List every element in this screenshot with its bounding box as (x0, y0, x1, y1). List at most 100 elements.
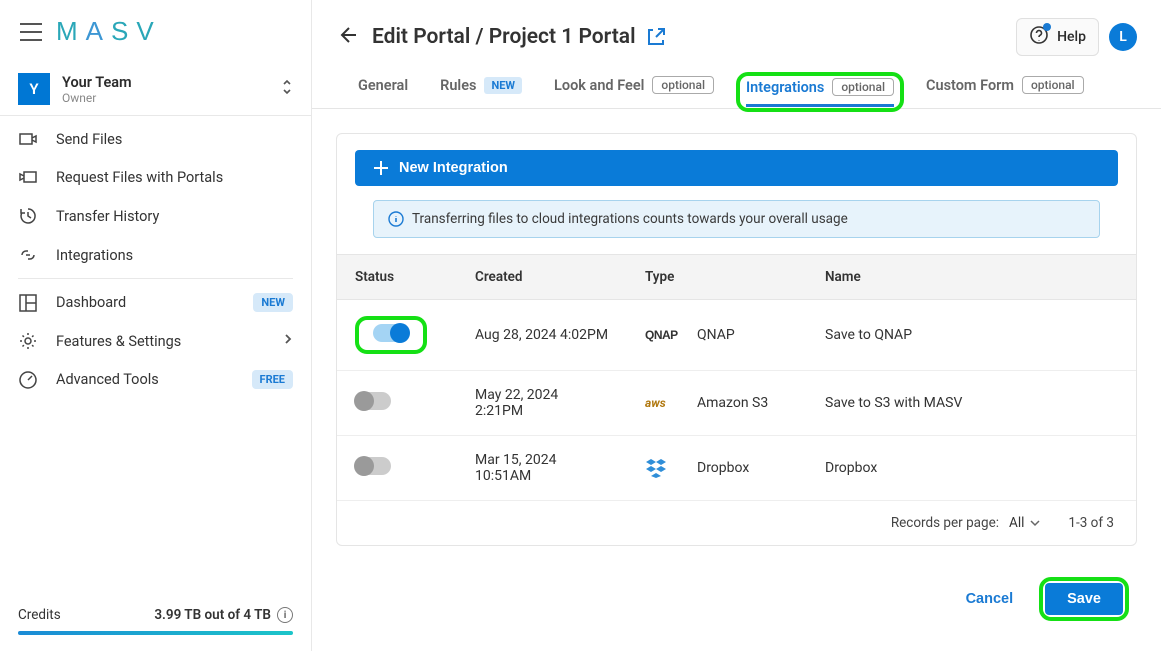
sidebar-item-label: Advanced Tools (56, 371, 234, 388)
credits-label: Credits (18, 607, 61, 623)
col-created: Created (457, 255, 627, 300)
created-cell: Aug 28, 2024 4:02PM (457, 300, 627, 371)
optional-pill: optional (832, 78, 894, 96)
tab-general[interactable]: General (358, 77, 408, 108)
name-cell: Dropbox (807, 436, 1136, 501)
table-row: Mar 15, 2024 10:51AM Dropbox Dropbox (337, 436, 1136, 501)
tab-label: Rules (440, 77, 476, 94)
sidebar-item-request-files[interactable]: Request Files with Portals (0, 158, 311, 196)
help-label: Help (1057, 29, 1086, 45)
tab-rules[interactable]: Rules NEW (440, 77, 522, 108)
team-role: Owner (62, 91, 269, 105)
info-text: Transferring files to cloud integrations… (412, 211, 848, 227)
save-highlight: Save (1039, 577, 1129, 621)
sidebar-item-advanced-tools[interactable]: Advanced Tools FREE (0, 360, 311, 399)
type-label: Dropbox (697, 460, 749, 476)
sidebar-item-integrations[interactable]: Integrations (0, 236, 311, 274)
credits-value: 3.99 TB out of 4 TB (154, 607, 271, 623)
sidebar-header: MASV (0, 16, 311, 63)
unfold-icon (281, 78, 293, 100)
toggle-highlight (355, 316, 427, 354)
help-button[interactable]: Help (1016, 18, 1099, 56)
free-badge: FREE (252, 370, 293, 389)
external-link-icon[interactable] (646, 27, 666, 47)
send-icon (18, 130, 38, 148)
sidebar-item-dashboard[interactable]: Dashboard NEW (0, 283, 311, 322)
tab-integrations[interactable]: Integrations optional (746, 78, 894, 106)
tab-label: Look and Feel (554, 77, 644, 94)
sidebar-item-label: Integrations (56, 247, 293, 264)
chevron-down-icon (1030, 519, 1040, 527)
menu-icon[interactable] (20, 23, 42, 41)
info-banner: Transferring files to cloud integrations… (373, 200, 1100, 238)
new-pill: NEW (484, 77, 522, 94)
topbar: Edit Portal / Project 1 Portal Help L (312, 0, 1161, 66)
notification-dot (1043, 23, 1051, 31)
user-avatar[interactable]: L (1109, 23, 1137, 51)
sidebar-item-label: Send Files (56, 131, 293, 148)
aws-logo-icon: aws (645, 396, 685, 410)
sidebar-item-features-settings[interactable]: Features & Settings (0, 322, 311, 360)
type-label: Amazon S3 (697, 395, 768, 411)
col-name: Name (807, 255, 1136, 300)
name-cell: Save to QNAP (807, 300, 1136, 371)
info-icon[interactable]: i (277, 607, 293, 623)
dashboard-icon (18, 294, 38, 312)
optional-pill: optional (652, 76, 714, 94)
status-toggle[interactable] (355, 392, 391, 410)
chevron-right-icon (283, 332, 293, 350)
page-range: 1-3 of 3 (1068, 515, 1114, 531)
team-info: Your Team Owner (62, 74, 269, 105)
tab-look-and-feel[interactable]: Look and Feel optional (554, 76, 714, 108)
help-icon (1029, 25, 1049, 49)
sidebar: MASV Y Your Team Owner Send Files Reques… (0, 0, 312, 651)
sidebar-item-send-files[interactable]: Send Files (0, 120, 311, 158)
tab-label: Integrations (746, 79, 824, 96)
request-icon (18, 168, 38, 186)
dropbox-logo-icon (645, 458, 685, 478)
type-label: QNAP (697, 327, 735, 343)
integrations-icon (18, 246, 38, 264)
sidebar-item-transfer-history[interactable]: Transfer History (0, 196, 311, 236)
status-toggle[interactable] (355, 457, 391, 475)
back-button[interactable] (336, 24, 358, 50)
sidebar-item-label: Request Files with Portals (56, 169, 293, 186)
created-cell: Mar 15, 2024 10:51AM (457, 436, 627, 501)
plus-icon (373, 160, 389, 176)
gear-icon (18, 332, 38, 350)
footer-actions: Cancel Save (336, 563, 1137, 627)
status-toggle[interactable] (373, 324, 409, 342)
tabs: General Rules NEW Look and Feel optional… (312, 66, 1161, 109)
team-switcher[interactable]: Y Your Team Owner (0, 63, 311, 116)
tab-custom-form[interactable]: Custom Form optional (926, 76, 1084, 108)
type-cell: aws Amazon S3 (645, 395, 789, 411)
optional-pill: optional (1022, 76, 1084, 94)
sidebar-footer: Credits 3.99 TB out of 4 TB i (0, 597, 311, 635)
team-name: Your Team (62, 74, 269, 91)
save-button[interactable]: Save (1045, 583, 1123, 615)
new-integration-button[interactable]: New Integration (355, 150, 1118, 186)
rpp-label: Records per page: (891, 515, 999, 531)
name-cell: Save to S3 with MASV (807, 371, 1136, 436)
table-footer: Records per page: All 1-3 of 3 (337, 501, 1136, 545)
table-row: Aug 28, 2024 4:02PM QNAP QNAP Save to QN… (337, 300, 1136, 371)
tab-label: Custom Form (926, 77, 1014, 94)
rpp-select[interactable]: All (1009, 515, 1040, 531)
tab-integrations-highlight: Integrations optional (736, 72, 904, 112)
page-title: Edit Portal / Project 1 Portal (372, 25, 666, 49)
qnap-logo-icon: QNAP (645, 328, 685, 342)
type-cell: QNAP QNAP (645, 327, 789, 343)
cancel-button[interactable]: Cancel (952, 583, 1028, 615)
logo: MASV (56, 16, 162, 47)
divider (18, 278, 293, 279)
info-icon (388, 211, 404, 227)
sidebar-item-label: Features & Settings (56, 333, 265, 350)
team-avatar: Y (18, 73, 50, 105)
history-icon (18, 206, 38, 226)
sidebar-item-label: Dashboard (56, 294, 235, 311)
credits-bar (18, 631, 293, 635)
main: Edit Portal / Project 1 Portal Help L Ge… (312, 0, 1161, 651)
rpp-value: All (1009, 515, 1024, 531)
page-title-text: Edit Portal / Project 1 Portal (372, 25, 636, 49)
table-row: May 22, 2024 2:21PM aws Amazon S3 Save t… (337, 371, 1136, 436)
